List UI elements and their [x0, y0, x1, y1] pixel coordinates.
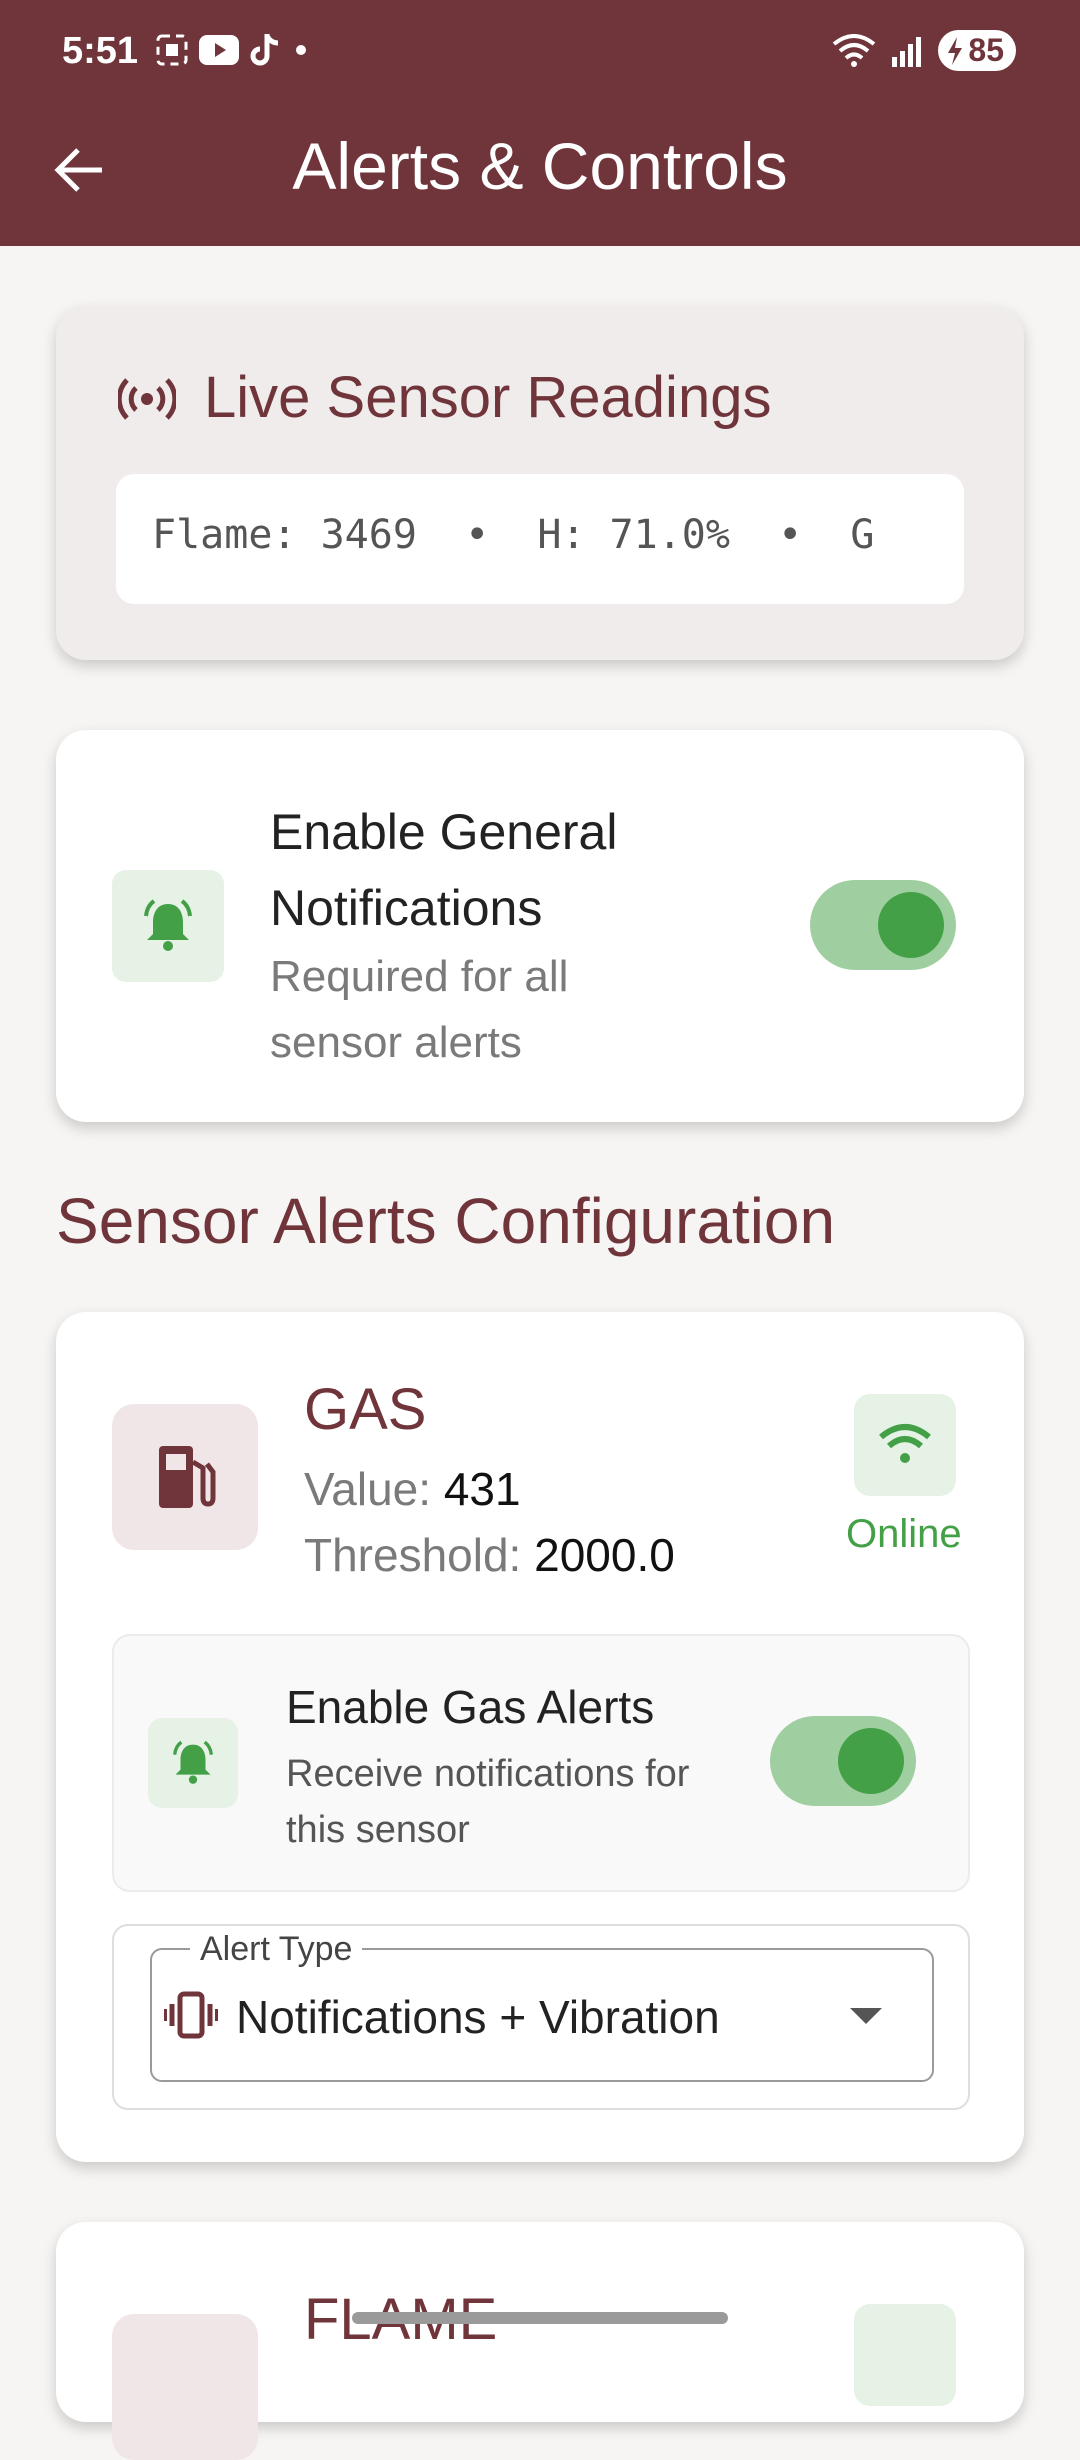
online-icon-tile: [854, 1394, 956, 1496]
live-sensor-title: Live Sensor Readings: [204, 365, 772, 430]
battery-indicator: 85: [938, 30, 1016, 71]
signal-icon: [892, 36, 922, 67]
sensor-value-label: Value:: [304, 1463, 432, 1515]
dot-icon: [296, 45, 306, 55]
toggle-knob: [838, 1728, 904, 1794]
wifi-icon: [879, 1424, 931, 1463]
bell-icon-tile: [148, 1718, 238, 1808]
sensor-value: 431: [443, 1463, 521, 1515]
sensor-name: GAS: [304, 1377, 427, 1442]
sensor-card-gas: GAS Value: 431 Threshold: 2000.0 Online …: [56, 1312, 1024, 2162]
alert-type-container: Alert Type Notifications + Vibration: [112, 1924, 970, 2110]
toggle-knob: [878, 892, 944, 958]
vibration-icon: [164, 1991, 218, 2039]
home-indicator[interactable]: [352, 2312, 728, 2324]
notification-icon-tile: [112, 870, 224, 982]
sensor-threshold-label: Threshold:: [304, 1529, 522, 1581]
sensor-threshold: 2000.0: [534, 1529, 675, 1581]
readings-ticker: Flame: 3469 • H: 71.0% • G: [116, 474, 964, 604]
alert-type-dropdown[interactable]: Alert Type Notifications + Vibration: [150, 1930, 934, 2082]
wifi-icon: [833, 33, 876, 67]
status-time: 5:51: [62, 30, 139, 72]
general-notifications-title-line1: Enable General: [270, 804, 618, 860]
live-sensor-card: Live Sensor Readings Flame: 3469 • H: 71…: [56, 306, 1024, 660]
readings-text: Flame: 3469 • H: 71.0% • G: [152, 512, 875, 558]
gas-pump-icon: [159, 1446, 216, 1508]
status-icons-right: 85: [832, 30, 1016, 71]
bell-ring-icon: [144, 899, 192, 951]
broadcast-icon: [118, 378, 176, 420]
general-notifications-subtitle: Required for all sensor alerts: [270, 952, 569, 1067]
general-notifications-title-line2: Notifications: [270, 880, 543, 936]
general-notifications-title: Enable General Notifications: [270, 794, 617, 946]
sensor-value-line: Value: 431: [304, 1462, 521, 1516]
enable-sensor-alerts-desc: Receive notifications for this sensor: [286, 1753, 690, 1851]
enable-sensor-alerts-row: Enable Gas Alerts Receive notifications …: [112, 1634, 970, 1892]
general-notifications-card: Enable General Notifications Required fo…: [56, 730, 1024, 1122]
sensor-icon-tile: [112, 1404, 258, 1550]
sensor-threshold-line: Threshold: 2000.0: [304, 1528, 675, 1582]
online-icon-tile: [854, 2304, 956, 2406]
enable-sensor-alerts-title: Enable Gas Alerts: [286, 1681, 655, 1733]
tiktok-icon: [250, 34, 279, 66]
gas-alerts-toggle[interactable]: [770, 1716, 916, 1806]
page-title: Alerts & Controls: [292, 129, 788, 203]
bell-ring-icon: [173, 1740, 213, 1784]
app-bar: 5:51 85 Alerts & Controls: [0, 0, 1080, 246]
section-title: Sensor Alerts Configuration: [56, 1185, 836, 1257]
general-notifications-toggle[interactable]: [810, 880, 956, 970]
screenshot-icon: [156, 34, 188, 66]
youtube-icon: [199, 35, 239, 65]
chevron-down-icon: [850, 2008, 882, 2024]
status-badge: Online: [846, 1512, 962, 1556]
status-icons-left: [155, 32, 311, 68]
battery-charging-icon: [948, 36, 963, 65]
battery-level: 85: [968, 32, 1004, 68]
alert-type-label: Alert Type: [190, 1930, 363, 1969]
sensor-icon-tile: [112, 2314, 258, 2460]
alert-type-value: Notifications + Vibration: [236, 1991, 720, 2043]
